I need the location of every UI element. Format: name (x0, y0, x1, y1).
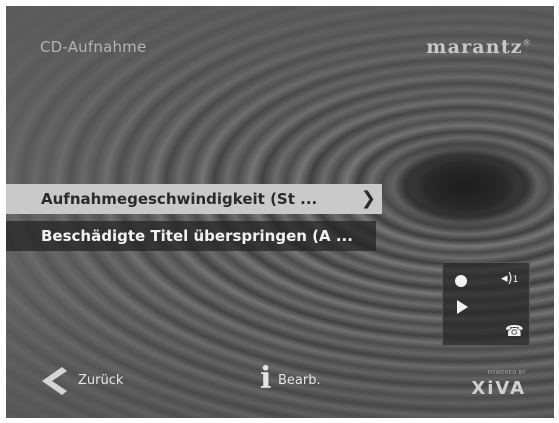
menu-item-label: Beschädigte Titel überspringen (A ... (41, 227, 353, 245)
brand-trademark: ® (522, 38, 532, 48)
brand-logo: marantz® (426, 36, 532, 58)
menu-item-recording-speed[interactable]: Aufnahmegeschwindigkeit (St ... ❯ (6, 184, 382, 214)
menu-item-label: Aufnahmegeschwindigkeit (St ... (41, 190, 318, 208)
play-icon (457, 300, 468, 314)
chevron-right-icon: ❯ (360, 188, 376, 209)
menu-item-skip-damaged-tracks[interactable]: Beschädigte Titel überspringen (A ... (6, 221, 376, 251)
edit-label: Bearb. (278, 373, 321, 388)
xiva-logo: XiVA (471, 378, 526, 399)
info-icon: i (260, 361, 272, 396)
status-panel: ◂)1 ☎ (442, 262, 530, 346)
record-icon (455, 275, 467, 287)
brand-name: marantz (426, 36, 523, 58)
back-label: Zurück (78, 373, 124, 388)
chevron-left-icon (42, 367, 67, 395)
screen: CD-Aufnahme marantz® Aufnahmegeschwindig… (6, 6, 554, 418)
xiva-tagline: POWERED BY (487, 370, 526, 376)
phone-icon: ☎ (505, 322, 524, 340)
page-title: CD-Aufnahme (40, 38, 147, 56)
status-row-play (443, 294, 529, 320)
status-row-phone: ☎ (443, 319, 529, 345)
volume-indicator: ◂)1 (501, 271, 519, 286)
status-row-record: ◂)1 (443, 267, 529, 293)
